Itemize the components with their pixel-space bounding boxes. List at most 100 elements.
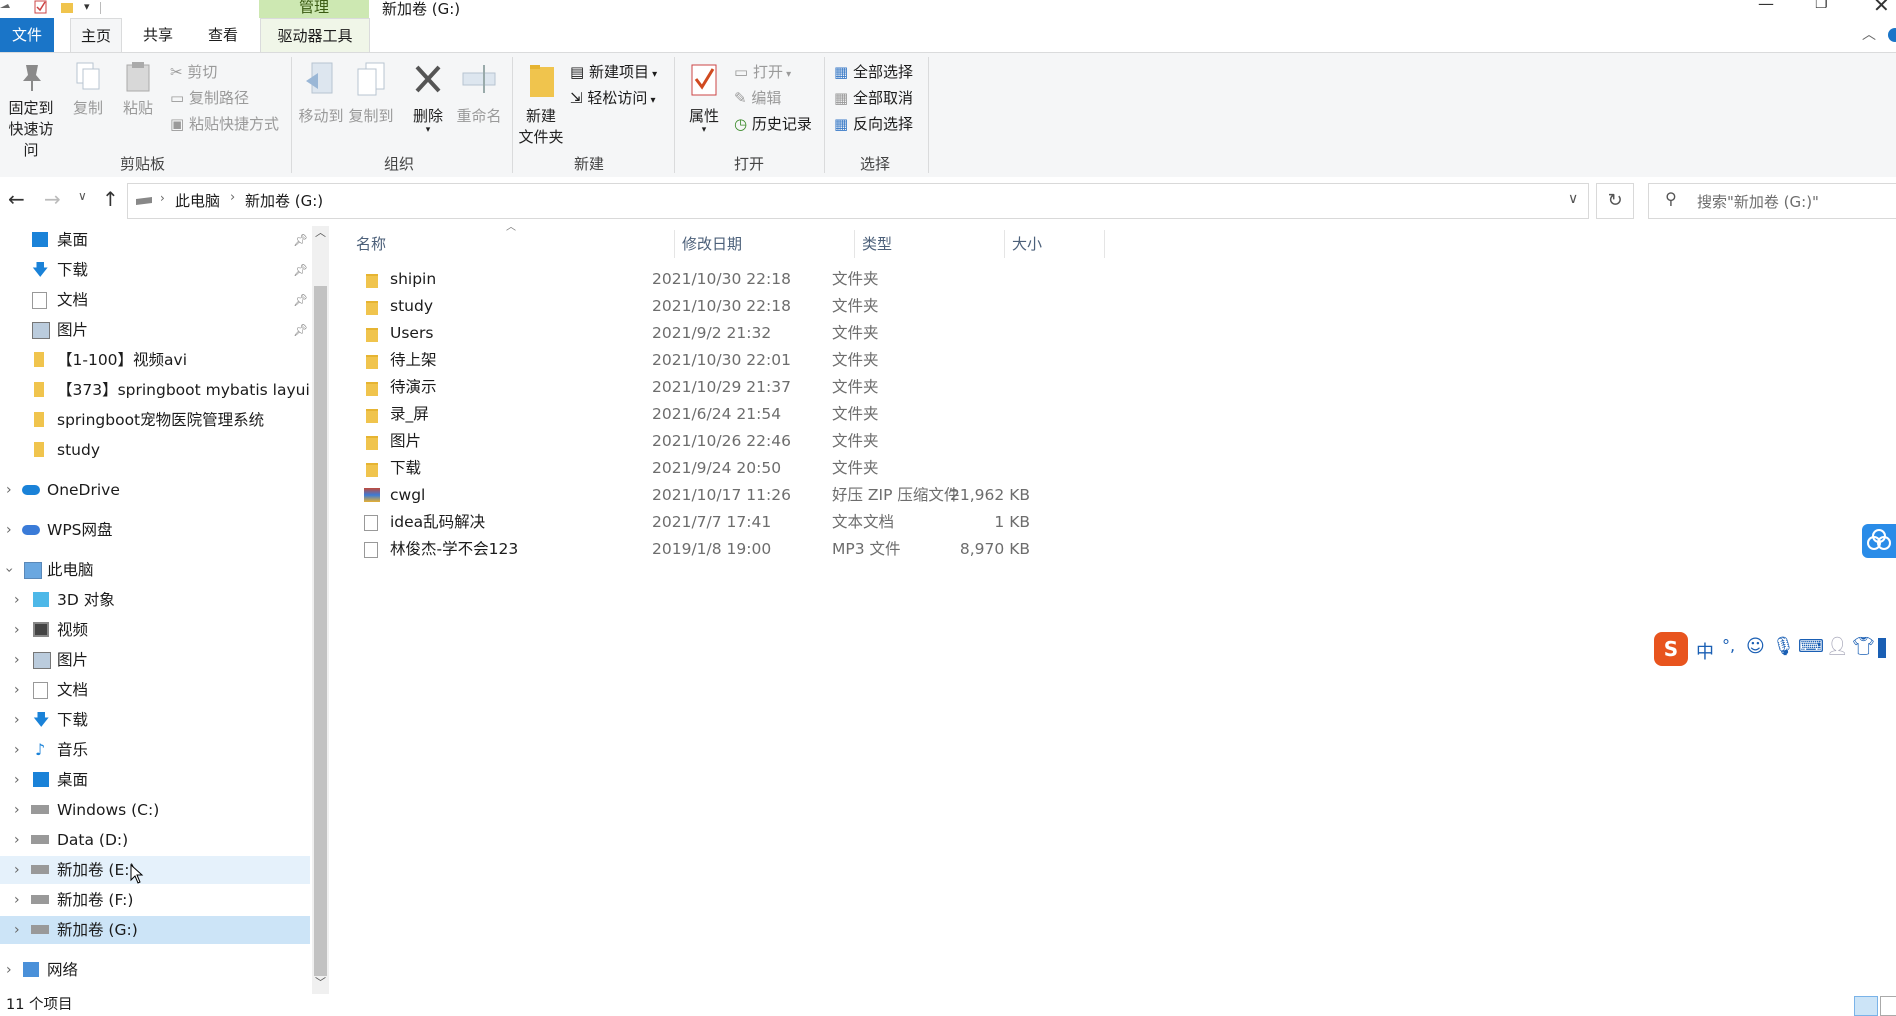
column-header-date[interactable]: 修改日期 xyxy=(682,226,742,262)
tab-view[interactable]: 查看 xyxy=(198,18,248,52)
breadcrumb-this-pc[interactable]: 此电脑 xyxy=(175,190,220,211)
breadcrumb-chevron-icon[interactable]: › xyxy=(230,190,235,205)
file-row[interactable]: 录_屏 2021/6/24 21:54 文件夹 xyxy=(354,401,1434,428)
expand-chevron-icon[interactable]: › xyxy=(14,616,20,644)
ime-menu-icon[interactable] xyxy=(1878,638,1886,658)
pin-icon[interactable]: 📌︎ xyxy=(293,256,308,284)
paste-shortcut-button[interactable]: ▣ 粘贴快捷方式 xyxy=(170,113,279,134)
keyboard-icon[interactable]: ⌨ xyxy=(1798,636,1824,657)
address-bar[interactable]: › 此电脑 › 新加卷 (G:) ∨ xyxy=(127,183,1589,219)
back-icon[interactable]: ← xyxy=(8,187,25,211)
sidebar-item-downloads[interactable]: 🡇︎ 下载 📌︎ xyxy=(0,256,310,284)
select-none-button[interactable]: ▦ 全部取消 xyxy=(834,87,913,108)
expand-chevron-icon[interactable]: › xyxy=(14,646,20,674)
move-to-button[interactable]: 移动到 xyxy=(296,61,346,126)
scroll-up-icon[interactable]: ︿ xyxy=(315,224,326,240)
file-row[interactable]: cwgl 2021/10/17 11:26 好压 ZIP 压缩文件 21,962 KB xyxy=(354,482,1434,509)
file-row[interactable]: 林俊杰-学不会123 2019/1/8 19:00 MP3 文件 8,970 KB xyxy=(354,536,1434,563)
delete-button[interactable]: 删除 ▾ xyxy=(406,61,450,135)
sidebar-item-network[interactable]: › 网络 xyxy=(0,956,310,984)
column-divider[interactable] xyxy=(1104,230,1105,258)
voice-icon[interactable]: 🎙︎ xyxy=(1772,636,1795,657)
invert-selection-button[interactable]: ▦ 反向选择 xyxy=(834,113,913,134)
sidebar-item-folder[interactable]: study xyxy=(0,436,310,464)
sidebar-item-drive-c[interactable]: › Windows (C:) xyxy=(0,796,310,824)
column-divider[interactable] xyxy=(854,230,855,258)
tab-home[interactable]: 主页 xyxy=(70,18,122,53)
ime-mode-toggle[interactable]: 中 xyxy=(1696,638,1714,664)
expand-chevron-icon[interactable]: › xyxy=(14,856,20,884)
pin-quick-access-button[interactable]: 固定到 快速访问 xyxy=(2,61,60,160)
tab-share[interactable]: 共享 xyxy=(133,18,183,52)
edit-button[interactable]: ✎ 编辑 xyxy=(734,87,781,108)
delete-dropdown-icon[interactable]: ▾ xyxy=(406,126,450,135)
expand-chevron-icon[interactable]: › xyxy=(0,567,23,573)
user-icon[interactable]: 👤︎ xyxy=(1826,636,1849,657)
sidebar-item-3d-objects[interactable]: › 3D 对象 xyxy=(0,586,310,614)
collapse-ribbon-icon[interactable]: ︿ xyxy=(1862,24,1876,44)
sidebar-item-folder[interactable]: 【373】springboot mybatis layui人 xyxy=(0,376,310,404)
search-input[interactable]: 搜索"新加卷 (G:)" xyxy=(1697,191,1819,212)
address-dropdown-icon[interactable]: ∨ xyxy=(1568,191,1578,207)
scroll-down-icon[interactable]: ﹀ xyxy=(315,974,326,990)
skin-icon[interactable]: 👕︎ xyxy=(1852,636,1875,657)
expand-chevron-icon[interactable]: › xyxy=(14,886,20,914)
properties-dropdown-icon[interactable]: ▾ xyxy=(682,126,726,135)
large-icons-view-icon[interactable] xyxy=(1880,996,1896,1016)
customize-qat-icon[interactable]: ▾ xyxy=(84,0,90,14)
expand-chevron-icon[interactable]: › xyxy=(14,706,20,734)
new-folder-button[interactable]: 新建 文件夹 xyxy=(516,61,566,147)
expand-chevron-icon[interactable]: › xyxy=(14,766,20,794)
paste-button[interactable]: 粘贴 xyxy=(120,61,156,118)
ime-punct-toggle[interactable]: °, xyxy=(1722,636,1735,655)
manage-context-tab[interactable]: 管理 xyxy=(259,0,369,18)
file-row[interactable]: 待上架 2021/10/30 22:01 文件夹 xyxy=(354,347,1434,374)
new-folder-qat-icon[interactable] xyxy=(60,0,74,14)
pin-icon[interactable]: 📌︎ xyxy=(293,286,308,314)
wps-cloud-float-button[interactable] xyxy=(1862,524,1896,558)
recent-locations-icon[interactable]: ∨ xyxy=(78,189,87,203)
pin-icon[interactable]: 📌︎ xyxy=(293,316,308,344)
file-row[interactable]: study 2021/10/30 22:18 文件夹 xyxy=(354,293,1434,320)
breadcrumb-drive-g[interactable]: 新加卷 (G:) xyxy=(245,190,323,211)
column-header-type[interactable]: 类型 xyxy=(862,226,892,262)
column-header-name[interactable]: 名称 xyxy=(356,226,386,262)
select-all-button[interactable]: ▦ 全部选择 xyxy=(834,61,913,82)
expand-chevron-icon[interactable]: › xyxy=(6,956,12,984)
easy-access-button[interactable]: ⇲ 轻松访问 ▾ xyxy=(570,87,656,108)
expand-chevron-icon[interactable]: › xyxy=(14,676,20,704)
expand-chevron-icon[interactable]: › xyxy=(14,796,20,824)
sidebar-item-documents[interactable]: › 文档 xyxy=(0,676,310,704)
system-menu-icon[interactable] xyxy=(0,2,10,12)
expand-chevron-icon[interactable]: › xyxy=(14,826,20,854)
sidebar-item-pictures[interactable]: › 图片 xyxy=(0,646,310,674)
details-view-icon[interactable] xyxy=(1854,996,1878,1016)
sidebar-scrollbar[interactable]: ︿ ﹀ xyxy=(312,226,329,994)
pin-icon[interactable]: 📌︎ xyxy=(293,226,308,254)
sidebar-item-drive-d[interactable]: › Data (D:) xyxy=(0,826,310,854)
file-row[interactable]: Users 2021/9/2 21:32 文件夹 xyxy=(354,320,1434,347)
close-icon[interactable]: ✕ xyxy=(1873,0,1890,17)
file-row[interactable]: 待演示 2021/10/29 21:37 文件夹 xyxy=(354,374,1434,401)
emoji-icon[interactable]: ☺ xyxy=(1746,636,1765,657)
properties-qat-icon[interactable] xyxy=(34,0,48,14)
sogou-logo-icon[interactable]: S xyxy=(1654,632,1688,666)
sidebar-item-desktop[interactable]: 桌面 📌︎ xyxy=(0,226,310,254)
copy-to-button[interactable]: 复制到 xyxy=(346,61,396,126)
sidebar-item-drive-e[interactable]: › 新加卷 (E:) xyxy=(0,856,310,884)
tab-file[interactable]: 文件 xyxy=(0,18,54,52)
tab-drive-tools[interactable]: 驱动器工具 xyxy=(260,18,370,53)
expand-chevron-icon[interactable]: › xyxy=(14,586,20,614)
ime-toolbar[interactable]: S 中 °, ☺ 🎙︎ ⌨ 👤︎ 👕︎ xyxy=(1654,632,1896,666)
open-button[interactable]: ▭ 打开 ▾ xyxy=(734,61,791,82)
sidebar-item-wps[interactable]: › WPS网盘 xyxy=(0,516,310,544)
sidebar-item-this-pc[interactable]: › 此电脑 xyxy=(0,556,310,584)
scrollbar-thumb[interactable] xyxy=(314,286,327,976)
expand-chevron-icon[interactable]: › xyxy=(6,476,12,504)
minimize-icon[interactable]: — xyxy=(1758,0,1774,13)
refresh-icon[interactable]: ↻ xyxy=(1596,183,1634,219)
sidebar-item-onedrive[interactable]: › OneDrive xyxy=(0,476,310,504)
sidebar-item-videos[interactable]: › 视频 xyxy=(0,616,310,644)
sidebar-item-downloads[interactable]: › 🡇︎ 下载 xyxy=(0,706,310,734)
sidebar-item-drive-g[interactable]: › 新加卷 (G:) xyxy=(0,916,310,944)
